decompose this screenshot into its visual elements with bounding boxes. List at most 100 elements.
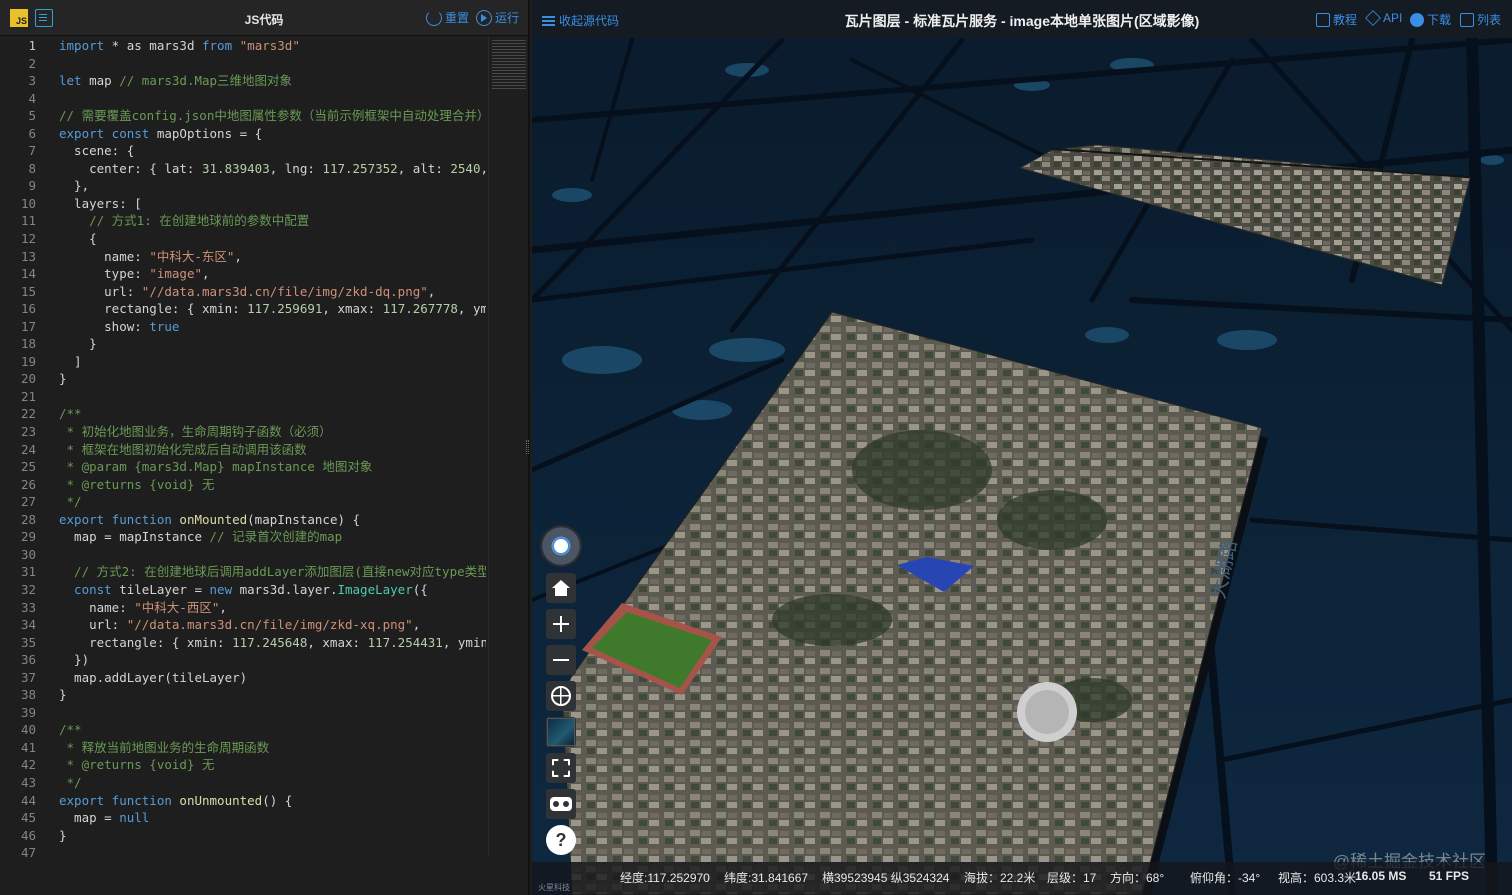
download-link[interactable]: 下载 bbox=[1410, 11, 1451, 28]
code-line[interactable]: 19 ] bbox=[0, 353, 486, 371]
code-line[interactable]: 12 { bbox=[0, 230, 486, 248]
status-projected-coords: 横39523945 纵3524324 bbox=[822, 871, 950, 885]
code-line[interactable]: 10 layers: [ bbox=[0, 195, 486, 213]
code-line[interactable]: 24 * 框架在地图初始化完成后自动调用该函数 bbox=[0, 441, 486, 459]
code-line[interactable]: 1 import * as mars3d from "mars3d" bbox=[0, 37, 486, 55]
code-line[interactable]: 23 * 初始化地图业务，生命周期钩子函数（必须） bbox=[0, 423, 486, 441]
code-line[interactable]: 32 const tileLayer = new mars3d.layer.Im… bbox=[0, 581, 486, 599]
code-line[interactable]: 35 rectangle: { xmin: 117.245648, xmax: … bbox=[0, 634, 486, 652]
list-label: 列表 bbox=[1477, 13, 1502, 27]
code-text: * 初始化地图业务，生命周期钩子函数（必须） bbox=[59, 424, 332, 440]
basemap-picker-button[interactable] bbox=[546, 717, 576, 747]
code-line[interactable]: 6 export const mapOptions = { bbox=[0, 125, 486, 143]
code-line[interactable]: 22 /** bbox=[0, 405, 486, 423]
help-button[interactable]: ? bbox=[546, 825, 576, 855]
map-viewer[interactable]: 大湖路 收起源代码 瓦片图层 - 标准瓦片服务 - image本地单张图片(区域… bbox=[532, 0, 1512, 895]
editor-header: JS JS代码 重置 运行 bbox=[0, 0, 528, 36]
scene-mode-button[interactable] bbox=[546, 681, 576, 711]
code-line[interactable]: 7 scene: { bbox=[0, 142, 486, 160]
line-number: 14 bbox=[20, 266, 36, 282]
line-number: 46 bbox=[20, 827, 36, 843]
code-line[interactable]: 30 bbox=[0, 546, 486, 564]
page-title: 瓦片图层 - 标准瓦片服务 - image本地单张图片(区域影像) bbox=[844, 13, 1200, 29]
code-line[interactable]: 3 let map // mars3d.Map三维地图对象 bbox=[0, 72, 486, 90]
code-line[interactable]: 46} bbox=[0, 827, 486, 845]
basemap-thumbnail bbox=[547, 718, 575, 746]
code-line[interactable]: 29 map = mapInstance // 记录首次创建的map bbox=[0, 528, 486, 546]
status-pitch: 俯仰角：-34° bbox=[1190, 871, 1261, 885]
code-line[interactable]: 14 type: "image", bbox=[0, 265, 486, 283]
code-line[interactable]: 2 bbox=[0, 55, 486, 73]
code-line[interactable]: 25 * @param {mars3d.Map} mapInstance 地图对… bbox=[0, 458, 486, 476]
zoom-out-button[interactable] bbox=[546, 645, 576, 675]
code-text: scene: { bbox=[59, 143, 135, 159]
code-line[interactable]: 26 * @returns {void} 无 bbox=[0, 476, 486, 494]
code-line[interactable]: 13 name: "中科大-东区", bbox=[0, 248, 486, 266]
code-line[interactable]: 47 bbox=[0, 844, 486, 857]
code-text: map.addLayer(tileLayer) bbox=[59, 669, 248, 685]
code-line[interactable]: 42 * @returns {void} 无 bbox=[0, 756, 486, 774]
code-line[interactable]: 18 } bbox=[0, 335, 486, 353]
code-line[interactable]: 5 // 需要覆盖config.json中地图属性参数（当前示例框架中自动处理合并… bbox=[0, 107, 486, 125]
run-button[interactable]: 运行 bbox=[476, 9, 519, 26]
code-line[interactable]: 16 rectangle: { xmin: 117.259691, xmax: … bbox=[0, 300, 486, 318]
code-line[interactable]: 39 bbox=[0, 704, 486, 722]
code-text: * 框架在地图初始化完成后自动调用该函数 bbox=[59, 441, 307, 457]
api-link[interactable]: API bbox=[1365, 10, 1402, 26]
code-line[interactable]: 17 show: true bbox=[0, 318, 486, 336]
code-line[interactable]: 44 export function onUnmounted() { bbox=[0, 792, 486, 810]
js-file-tab[interactable]: JS bbox=[10, 9, 28, 27]
line-number: 24 bbox=[20, 441, 36, 457]
code-text: // 方式1: 在创建地球前的参数中配置 bbox=[59, 213, 310, 229]
zoom-in-button[interactable] bbox=[546, 609, 576, 639]
line-number: 40 bbox=[20, 722, 36, 738]
code-line[interactable]: 21 bbox=[0, 388, 486, 406]
code-line[interactable]: 36 }) bbox=[0, 651, 486, 669]
code-line[interactable]: 43 */ bbox=[0, 774, 486, 792]
line-number: 31 bbox=[20, 564, 36, 580]
globe-icon bbox=[551, 686, 571, 706]
code-line[interactable]: 28 export function onMounted(mapInstance)… bbox=[0, 511, 486, 529]
compass-icon[interactable] bbox=[540, 525, 582, 567]
code-text: layers: [ bbox=[59, 195, 142, 211]
code-line[interactable]: 9 }, bbox=[0, 177, 486, 195]
line-number: 47 bbox=[20, 845, 36, 857]
fullscreen-button[interactable] bbox=[546, 753, 576, 783]
vr-button[interactable] bbox=[546, 789, 576, 819]
code-line[interactable]: 11 // 方式1: 在创建地球前的参数中配置 bbox=[0, 212, 486, 230]
map-canvas[interactable]: 大湖路 bbox=[532, 0, 1512, 895]
code-text: map = mapInstance // 记录首次创建的map bbox=[59, 529, 343, 545]
tutorial-label: 教程 bbox=[1333, 13, 1358, 27]
line-number: 42 bbox=[20, 757, 36, 773]
code-line[interactable]: 41 * 释放当前地图业务的生命周期函数 bbox=[0, 739, 486, 757]
code-line[interactable]: 4 bbox=[0, 90, 486, 108]
line-number: 15 bbox=[20, 283, 36, 299]
tutorial-link[interactable]: 教程 bbox=[1316, 11, 1357, 28]
panel-splitter-handle[interactable] bbox=[526, 440, 529, 454]
code-text: } bbox=[59, 687, 67, 703]
code-text: } bbox=[59, 336, 97, 352]
file-tab-icon[interactable] bbox=[35, 9, 53, 27]
code-area[interactable]: 1 import * as mars3d from "mars3d" 2 3 let m… bbox=[0, 37, 486, 857]
code-minimap[interactable] bbox=[488, 37, 528, 857]
code-line[interactable]: 40 /** bbox=[0, 721, 486, 739]
reset-button[interactable]: 重置 bbox=[426, 9, 469, 26]
code-line[interactable]: 45 map = null bbox=[0, 809, 486, 827]
code-text: let map // mars3d.Map三维地图对象 bbox=[59, 73, 293, 89]
code-line[interactable]: 31 // 方式2: 在创建地球后调用addLayer添加图层(直接new对应t… bbox=[0, 563, 486, 581]
collapse-code-button[interactable]: 收起源代码 bbox=[542, 12, 619, 29]
code-line[interactable]: 37 map.addLayer(tileLayer) bbox=[0, 669, 486, 687]
code-line[interactable]: 33 name: "中科大-西区", bbox=[0, 599, 486, 617]
code-line[interactable]: 34 url: "//data.mars3d.cn/file/img/zkd-x… bbox=[0, 616, 486, 634]
code-line[interactable]: 15 url: "//data.mars3d.cn/file/img/zkd-d… bbox=[0, 283, 486, 301]
line-number: 34 bbox=[20, 617, 36, 633]
code-line[interactable]: 8 center: { lat: 31.839403, lng: 117.257… bbox=[0, 160, 486, 178]
code-line[interactable]: 38} bbox=[0, 686, 486, 704]
code-line[interactable]: 27 */ bbox=[0, 493, 486, 511]
home-button[interactable] bbox=[546, 573, 576, 603]
list-link[interactable]: 列表 bbox=[1460, 11, 1501, 28]
code-line[interactable]: 20} bbox=[0, 370, 486, 388]
